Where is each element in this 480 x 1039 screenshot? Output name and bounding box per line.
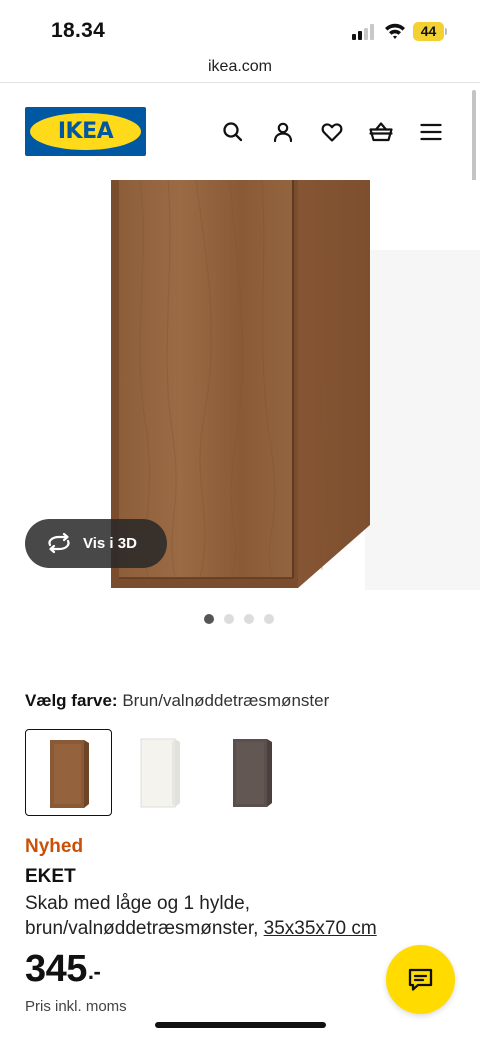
- color-picker-label: Vælg farve: Brun/valnøddetræsmønster: [25, 689, 329, 713]
- search-icon[interactable]: [221, 120, 245, 144]
- account-icon[interactable]: [271, 120, 295, 144]
- view-3d-button[interactable]: Vis i 3D: [25, 519, 167, 568]
- price-suffix: .-: [87, 959, 101, 984]
- site-header: IKEA: [0, 83, 480, 180]
- color-swatch-brown[interactable]: [25, 729, 112, 816]
- logo-text: IKEA: [57, 119, 114, 144]
- description-text: Skab med låge og 1 hylde, brun/valnøddet…: [25, 893, 259, 939]
- vat-note: Pris inkl. moms: [25, 998, 127, 1015]
- color-swatch-white[interactable]: [117, 729, 204, 816]
- status-time: 18.34: [51, 19, 106, 42]
- rotate-3d-icon: [46, 532, 72, 554]
- gallery-dot[interactable]: [264, 614, 274, 624]
- signal-icon: [352, 24, 376, 40]
- gallery-dot[interactable]: [244, 614, 254, 624]
- scrollbar[interactable]: [472, 90, 476, 188]
- chat-icon: [408, 968, 433, 991]
- heart-icon[interactable]: [320, 120, 344, 144]
- battery-icon: 44: [413, 22, 447, 41]
- home-indicator: [155, 1022, 326, 1028]
- view-3d-label: Vis i 3D: [83, 535, 137, 552]
- chat-button[interactable]: [386, 945, 455, 1014]
- battery-level: 44: [420, 23, 437, 39]
- dimensions-link[interactable]: 35x35x70 cm: [264, 918, 377, 939]
- status-bar: 18.34 44: [0, 0, 480, 56]
- ikea-logo[interactable]: IKEA: [25, 107, 146, 156]
- product-price: 345.-: [25, 946, 101, 995]
- menu-icon[interactable]: [419, 120, 443, 144]
- color-swatch-dark-grey[interactable]: [209, 729, 296, 816]
- wifi-icon: [384, 22, 406, 40]
- basket-icon[interactable]: [369, 120, 393, 144]
- gallery-dot[interactable]: [224, 614, 234, 624]
- gallery-dot[interactable]: [204, 614, 214, 624]
- color-value: Brun/valnøddetræsmønster: [122, 691, 330, 710]
- product-name: EKET: [25, 866, 76, 887]
- new-badge: Nyhed: [25, 836, 84, 857]
- color-label: Vælg farve:: [25, 691, 118, 710]
- product-description: Skab med låge og 1 hylde, brun/valnøddet…: [25, 891, 445, 941]
- price-value: 345: [25, 948, 87, 990]
- url-bar[interactable]: ikea.com: [0, 56, 480, 83]
